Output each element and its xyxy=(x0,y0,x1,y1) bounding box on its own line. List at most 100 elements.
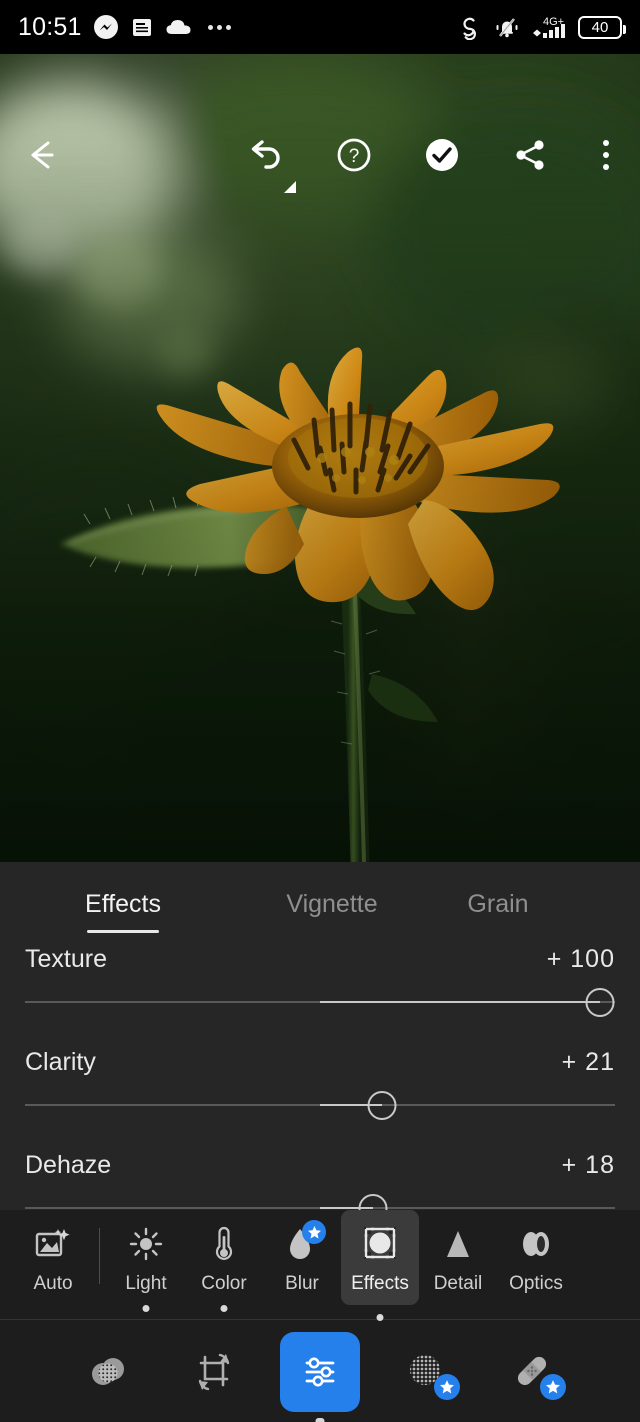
slider-texture-thumb[interactable] xyxy=(585,988,615,1017)
status-time: 10:51 xyxy=(18,12,82,41)
messenger-icon xyxy=(93,15,118,39)
lightroom-editor-screen: 10:51 4G+ 40 ? Effects Vignette Grain Te… xyxy=(0,0,640,1422)
tool-optics[interactable]: Optics xyxy=(497,1210,575,1295)
tab-active-underline xyxy=(87,930,159,933)
edit-tool-row: Auto Light Color Blur Effects Detail Opt… xyxy=(0,1210,640,1321)
lens-icon xyxy=(517,1224,555,1264)
more-options-button[interactable] xyxy=(598,135,614,175)
undo-longpress-indicator-icon xyxy=(284,181,296,193)
slider-track-fill xyxy=(320,1001,601,1003)
tool-color-label: Color xyxy=(201,1273,247,1294)
done-button[interactable] xyxy=(422,135,462,175)
slider-clarity-header: Clarity + 21 xyxy=(25,1048,615,1077)
slider-texture-value: + 100 xyxy=(546,945,615,973)
crop-button[interactable] xyxy=(174,1332,254,1412)
tool-optics-label: Optics xyxy=(509,1273,563,1294)
tool-light[interactable]: Light xyxy=(107,1210,185,1312)
tool-auto-label: Auto xyxy=(33,1273,73,1294)
tool-color[interactable]: Color xyxy=(185,1210,263,1312)
slider-texture-track[interactable] xyxy=(25,985,615,1019)
more-notifications-icon xyxy=(207,24,231,30)
effects-square-icon xyxy=(361,1224,399,1264)
photo-canvas[interactable]: ? xyxy=(0,54,640,862)
tool-color-edited-dot xyxy=(220,1305,228,1312)
effects-tabs: Effects Vignette Grain xyxy=(0,862,640,933)
crop-rotate-icon xyxy=(198,1353,230,1390)
battery-level: 40 xyxy=(591,18,609,36)
slider-list: Texture + 100 Clarity + 21 Dehaze + 18 xyxy=(0,933,640,1225)
svg-text:4G+: 4G+ xyxy=(543,16,564,28)
tab-vignette-label: Vignette xyxy=(286,890,378,918)
thermometer-icon xyxy=(211,1224,237,1264)
tool-blur-label: Blur xyxy=(285,1273,319,1294)
slider-dehaze-header: Dehaze + 18 xyxy=(25,1151,615,1180)
tool-effects-edited-dot xyxy=(376,1314,384,1321)
cloud-icon xyxy=(166,20,191,34)
undo-icon xyxy=(251,140,280,169)
help-button[interactable]: ? xyxy=(334,135,374,175)
slider-clarity: Clarity + 21 xyxy=(25,1048,615,1122)
tab-effects-label: Effects xyxy=(85,890,161,918)
status-bar-right: 4G+ 40 xyxy=(455,14,626,41)
edit-active-dot xyxy=(315,1417,325,1422)
slider-dehaze-label: Dehaze xyxy=(25,1151,112,1179)
droplet-icon xyxy=(287,1220,326,1264)
star-icon xyxy=(307,1225,321,1238)
premium-star-badge xyxy=(302,1220,326,1244)
news-article-icon xyxy=(132,19,151,36)
presets-button[interactable] xyxy=(68,1332,148,1412)
signal-bars-icon: 4G+ xyxy=(533,16,565,38)
tool-auto[interactable]: Auto xyxy=(14,1210,92,1295)
premium-star-badge xyxy=(540,1373,566,1400)
slider-texture-header: Texture + 100 xyxy=(25,945,615,974)
star-icon xyxy=(546,1379,560,1393)
healing-button[interactable] xyxy=(492,1332,572,1412)
masking-button[interactable] xyxy=(386,1332,466,1412)
tool-blur[interactable]: Blur xyxy=(263,1210,341,1295)
tool-divider xyxy=(99,1228,100,1284)
slider-clarity-thumb[interactable] xyxy=(367,1091,397,1120)
tool-light-label: Light xyxy=(125,1273,167,1294)
slider-dehaze-value: + 18 xyxy=(561,1151,615,1179)
status-bar: 10:51 4G+ 40 xyxy=(0,0,640,54)
back-arrow-icon xyxy=(31,141,54,169)
presets-circles-icon xyxy=(92,1357,124,1385)
tab-vignette[interactable]: Vignette xyxy=(246,890,418,933)
more-vertical-icon xyxy=(603,140,609,170)
slider-clarity-track[interactable] xyxy=(25,1088,615,1122)
ringer-muted-icon xyxy=(496,18,518,38)
tool-detail[interactable]: Detail xyxy=(419,1210,497,1295)
editor-top-toolbar: ? xyxy=(0,108,640,202)
triangle-icon xyxy=(442,1224,474,1264)
undo-button[interactable] xyxy=(242,135,296,193)
svg-text:?: ? xyxy=(349,146,360,167)
tab-grain-label: Grain xyxy=(467,890,529,918)
tool-effects[interactable]: Effects xyxy=(341,1210,419,1321)
tool-effects-label: Effects xyxy=(351,1273,409,1294)
slider-clarity-value: + 21 xyxy=(561,1048,615,1076)
sun-icon xyxy=(128,1224,164,1264)
auto-enhance-icon xyxy=(34,1224,72,1264)
premium-star-badge xyxy=(434,1373,460,1400)
share-icon xyxy=(516,140,544,170)
tool-light-edited-dot xyxy=(142,1305,150,1312)
slider-clarity-label: Clarity xyxy=(25,1048,96,1076)
tab-effects[interactable]: Effects xyxy=(0,890,246,933)
help-circle-icon: ? xyxy=(337,138,371,172)
edit-button[interactable] xyxy=(280,1331,360,1422)
slider-texture: Texture + 100 xyxy=(25,945,615,1019)
back-button[interactable] xyxy=(22,135,62,175)
effects-panel: Effects Vignette Grain Texture + 100 Cla… xyxy=(0,862,640,1223)
sync-spiral-icon xyxy=(463,17,477,40)
star-icon xyxy=(440,1379,454,1393)
tab-grain[interactable]: Grain xyxy=(418,890,578,933)
share-button[interactable] xyxy=(510,135,550,175)
battery-icon: 40 xyxy=(578,15,626,39)
sliders-icon xyxy=(305,1357,335,1386)
top-toolbar-actions: ? xyxy=(242,135,618,193)
slider-texture-label: Texture xyxy=(25,945,107,973)
bottom-nav-bar xyxy=(0,1321,640,1422)
check-circle-icon xyxy=(426,139,458,171)
status-bar-left: 10:51 xyxy=(18,13,231,42)
tool-detail-label: Detail xyxy=(433,1273,483,1294)
